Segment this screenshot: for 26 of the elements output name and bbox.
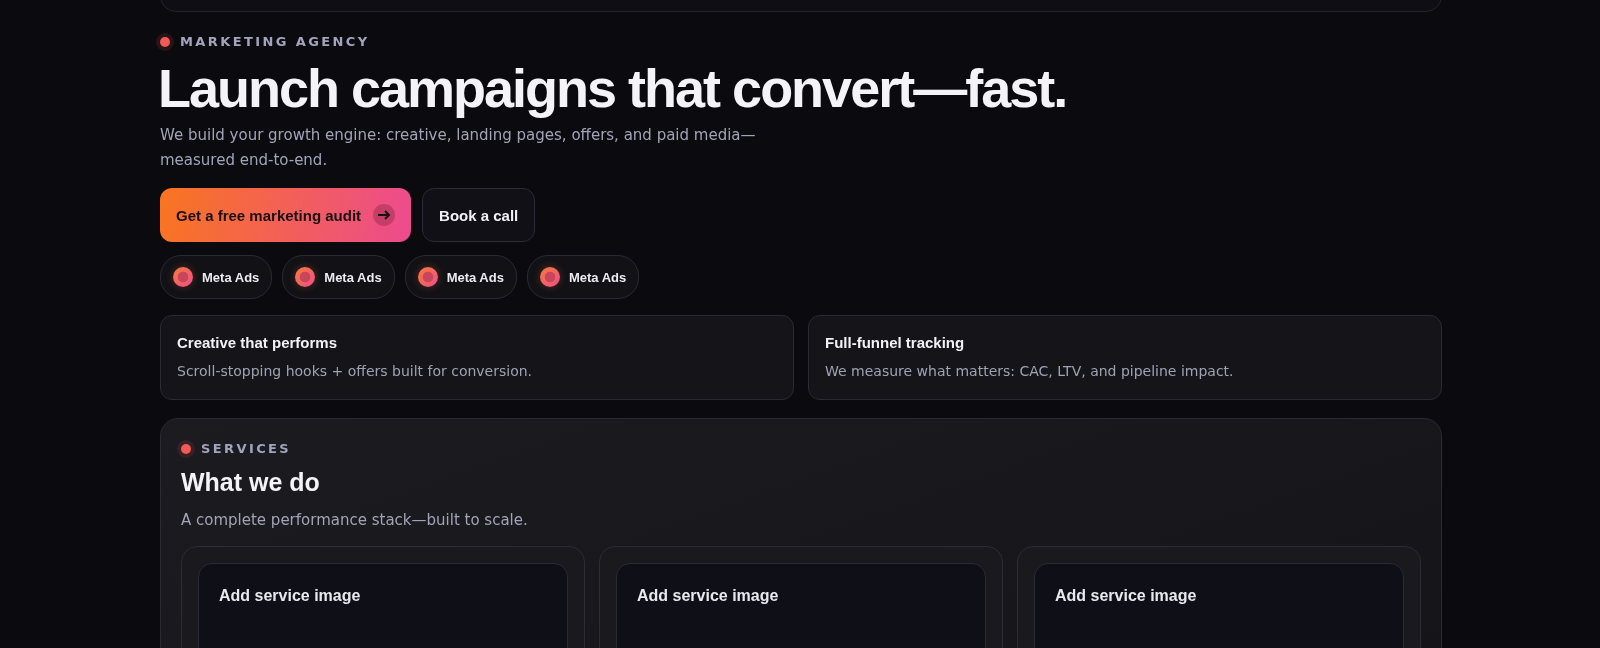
chip-label: Meta Ads xyxy=(202,269,260,285)
arrow-right-icon xyxy=(373,204,396,226)
chip-label: Meta Ads xyxy=(568,269,627,285)
book-call-button[interactable]: Book a call xyxy=(422,188,536,242)
platform-icon xyxy=(173,267,193,287)
chip-label: Meta Ads xyxy=(324,269,382,285)
placeholder-label: Add service image xyxy=(219,587,361,604)
hero-subtitle: We build your growth engine: creative, landing pages, offers, and paid media—measured end-to-end. xyxy=(160,125,757,171)
audit-button[interactable]: Get a free marketing audit xyxy=(160,188,412,242)
placeholder-label: Add service image xyxy=(1055,587,1197,604)
platform-icon xyxy=(417,267,438,287)
section-title: What we do xyxy=(181,468,321,497)
section-subtitle: A complete performance stack—built to scale. xyxy=(181,511,529,529)
chip-label: Meta Ads xyxy=(446,269,504,285)
feature-title: Creative that performs xyxy=(177,334,339,351)
platform-icon xyxy=(539,267,560,287)
feature-text: We measure what matters: CAC, LTV, and pipeline impact. xyxy=(825,363,1235,379)
feature-title: Full-funnel tracking xyxy=(825,334,966,351)
eyebrow-label: MARKETING AGENCY xyxy=(180,34,370,49)
status-dot-icon xyxy=(181,443,191,454)
eyebrow-label: SERVICES xyxy=(201,441,292,456)
placeholder-label: Add service image xyxy=(637,587,779,604)
feature-text: Scroll-stopping hooks + offers built for conversion. xyxy=(177,363,534,379)
hero-title: Launch campaigns that convert—fast. xyxy=(158,57,1068,119)
platform-icon xyxy=(295,267,316,287)
status-dot-icon xyxy=(160,36,170,47)
